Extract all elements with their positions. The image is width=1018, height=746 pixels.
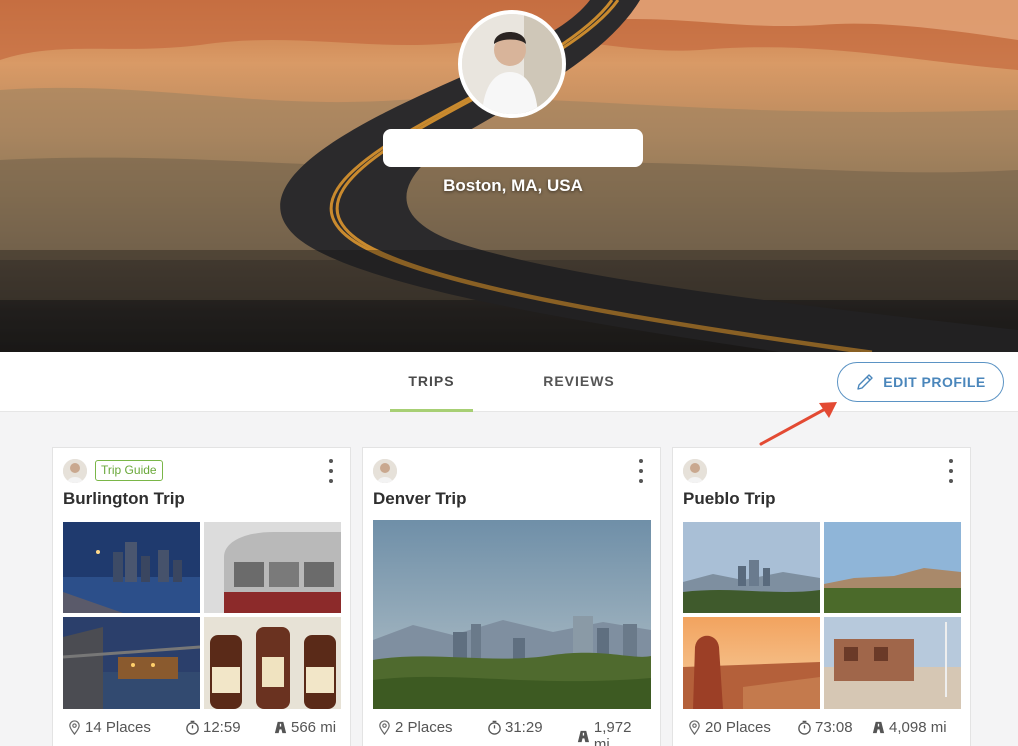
annotation-arrow-icon xyxy=(759,402,837,446)
map-pin-icon xyxy=(689,720,700,735)
duration-stat: 12:59 xyxy=(185,719,241,736)
trip-card[interactable]: Trip Guide Burlington Trip 14 Places 12:… xyxy=(52,447,351,746)
profile-avatar[interactable] xyxy=(458,10,566,118)
distance-stat: 566 mi xyxy=(273,719,336,736)
places-count: 20 Places xyxy=(705,719,771,736)
card-author-avatar[interactable] xyxy=(683,459,707,483)
stopwatch-icon xyxy=(798,720,811,735)
duration-value: 12:59 xyxy=(203,719,241,736)
kebab-menu-icon[interactable] xyxy=(326,459,336,483)
places-stat: 2 Places xyxy=(377,719,453,736)
duration-value: 31:29 xyxy=(505,719,543,736)
edit-profile-label: EDIT PROFILE xyxy=(883,374,986,390)
card-author-avatar[interactable] xyxy=(63,459,87,483)
trip-photo[interactable] xyxy=(63,522,200,613)
trip-photo[interactable] xyxy=(824,617,961,709)
profile-location: Boston, MA, USA xyxy=(443,176,583,195)
tab-trips[interactable]: TRIPS xyxy=(390,352,473,412)
duration-value: 73:08 xyxy=(815,719,853,736)
distance-value: 4,098 mi xyxy=(889,719,947,736)
places-stat: 14 Places xyxy=(67,719,151,736)
trip-guide-badge: Trip Guide xyxy=(95,460,163,481)
places-count: 2 Places xyxy=(395,719,453,736)
trip-photo[interactable] xyxy=(824,522,961,613)
trip-title[interactable]: Pueblo Trip xyxy=(683,489,776,509)
trip-photo[interactable] xyxy=(373,520,651,709)
road-icon xyxy=(274,721,287,734)
kebab-menu-icon[interactable] xyxy=(946,459,956,483)
duration-stat: 31:29 xyxy=(487,719,543,736)
edit-profile-button[interactable]: EDIT PROFILE xyxy=(837,362,1004,402)
places-stat: 20 Places xyxy=(687,719,771,736)
profile-cover-image: Boston, MA, USA xyxy=(0,0,1018,352)
trip-photo[interactable] xyxy=(683,617,820,709)
duration-stat: 73:08 xyxy=(797,719,853,736)
distance-value: 566 mi xyxy=(291,719,337,736)
trip-title[interactable]: Burlington Trip xyxy=(63,489,185,509)
stopwatch-icon xyxy=(186,720,199,735)
trip-photo-grid[interactable] xyxy=(373,520,651,709)
trip-title[interactable]: Denver Trip xyxy=(373,489,467,509)
trip-photo[interactable] xyxy=(683,522,820,613)
trip-photo-grid[interactable] xyxy=(683,522,961,709)
trip-stats: 14 Places 12:59 566 mi xyxy=(63,719,341,739)
profile-name-redacted xyxy=(383,129,643,167)
road-icon xyxy=(872,721,885,734)
trip-stats: 2 Places 31:29 1,972 mi xyxy=(373,719,651,746)
pencil-icon xyxy=(857,374,873,390)
places-count: 14 Places xyxy=(85,719,151,736)
stopwatch-icon xyxy=(488,720,501,735)
trip-photo-grid[interactable] xyxy=(63,522,341,709)
map-pin-icon xyxy=(69,720,80,735)
map-pin-icon xyxy=(379,720,390,735)
tab-reviews[interactable]: REVIEWS xyxy=(535,352,623,412)
trip-stats: 20 Places 73:08 4,098 mi xyxy=(683,719,961,739)
trip-card[interactable]: Pueblo Trip 20 Places 73:08 4,098 mi xyxy=(672,447,971,746)
trip-photo[interactable] xyxy=(204,617,341,709)
card-author-avatar[interactable] xyxy=(373,459,397,483)
trip-photo[interactable] xyxy=(63,617,200,709)
distance-value: 1,972 mi xyxy=(593,719,632,746)
distance-stat: 1,972 mi xyxy=(576,719,651,746)
road-icon xyxy=(577,730,590,742)
trip-photo[interactable] xyxy=(204,522,341,613)
kebab-menu-icon[interactable] xyxy=(636,459,646,483)
profile-tab-bar: TRIPS REVIEWS EDIT PROFILE xyxy=(0,352,1018,412)
person-photo xyxy=(462,14,562,114)
distance-stat: 4,098 mi xyxy=(871,719,947,736)
trip-card[interactable]: Denver Trip 2 Places 31:29 1,972 mi xyxy=(362,447,661,746)
